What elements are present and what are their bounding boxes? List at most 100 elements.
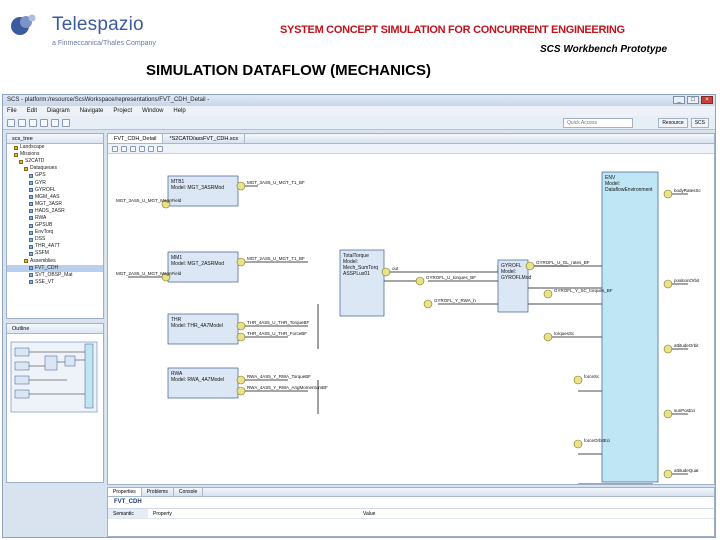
diagram-editor: FVT_CDH_Detail *S2CATD/assFVT_CDH.scs MT — [107, 133, 715, 485]
block-label: Model: MGT_3ASRMod — [171, 185, 224, 191]
tree-item[interactable]: GYR — [7, 179, 103, 186]
menu-file[interactable]: File — [7, 106, 17, 116]
tab-console[interactable]: Console — [174, 488, 204, 496]
port-label: GYROFL_Y_RWA_h — [434, 298, 476, 303]
port-env-in5[interactable] — [663, 344, 673, 354]
tab-scs-tree[interactable]: scs_tree — [7, 134, 103, 144]
tab-outline[interactable]: Outline — [7, 324, 103, 334]
align-tool-icon[interactable] — [157, 145, 163, 152]
tree-item[interactable]: THR_4A7T — [7, 243, 103, 250]
port-env-in2[interactable] — [543, 332, 553, 342]
tree-item[interactable]: MGM_4AS — [7, 194, 103, 201]
element-icon — [29, 181, 33, 186]
port-env-in8[interactable] — [663, 469, 673, 479]
tree-item[interactable]: SVT_OBSP_Mat — [7, 272, 103, 279]
port-rwa-out2[interactable] — [236, 386, 246, 396]
port-gyro-in2[interactable] — [423, 299, 433, 309]
port-env-in3[interactable] — [663, 279, 673, 289]
element-icon — [29, 202, 33, 207]
perspective-resource[interactable]: Resource — [658, 118, 688, 128]
layout-tool-icon[interactable] — [130, 145, 136, 152]
block-label: Model: THR_4A7Model — [171, 323, 223, 329]
port-total-out[interactable] — [381, 267, 391, 277]
tree-item[interactable]: GPS — [7, 172, 103, 179]
element-icon — [29, 223, 33, 228]
print-icon[interactable] — [29, 118, 37, 127]
port-label: MGT_3AS5_U_MGT_T1_BF — [247, 180, 305, 185]
tree-item-label: THR_4A7T — [35, 243, 61, 250]
scs-window: SCS - platform:/resource/ScsWorkspace/re… — [2, 94, 716, 538]
block-label: DataflowEnvironment — [605, 187, 653, 193]
tree-item-label: GPSUB — [35, 222, 53, 229]
port-mgm-out[interactable] — [236, 257, 246, 267]
port-label: GYROFL_U_GL_rates_BF — [536, 260, 590, 265]
close-button[interactable]: × — [701, 96, 713, 104]
menu-navigate[interactable]: Navigate — [80, 106, 104, 116]
column-property: Property — [153, 511, 172, 517]
undo-icon[interactable] — [40, 118, 48, 127]
menu-diagram[interactable]: Diagram — [47, 106, 70, 116]
port-thr-out2[interactable] — [236, 332, 246, 342]
menu-edit[interactable]: Edit — [27, 106, 37, 116]
maximize-button[interactable]: □ — [687, 96, 699, 104]
tree-item[interactable]: S2CATD — [7, 158, 103, 165]
tree-item[interactable]: EnvTorq — [7, 229, 103, 236]
block-label: Model: RWA_4A7Model — [171, 377, 224, 383]
tab-problems[interactable]: Problems — [142, 488, 174, 496]
tree-item[interactable]: Missions — [7, 151, 103, 158]
tree-item[interactable]: HADS_2ASR — [7, 208, 103, 215]
tree-item[interactable]: MGT_3ASR — [7, 201, 103, 208]
element-icon — [29, 195, 33, 200]
outline-thumbnail[interactable] — [7, 334, 103, 480]
block-env[interactable] — [601, 171, 659, 483]
port-rwa-out[interactable] — [236, 375, 246, 385]
tab-fvt-cdh-detail[interactable]: FVT_CDH_Detail — [108, 134, 164, 143]
port-label: attitudeQuat — [674, 468, 699, 473]
port-env-in6[interactable] — [663, 409, 673, 419]
tree-item[interactable]: DSS — [7, 236, 103, 243]
port-gyro-out1[interactable] — [525, 261, 535, 271]
port-env-in7[interactable] — [573, 439, 583, 449]
tree-item[interactable]: Assemblies — [7, 258, 103, 265]
tab-assfvt-cdh[interactable]: *S2CATD/assFVT_CDH.scs — [163, 134, 246, 143]
color-tool-icon[interactable] — [148, 145, 154, 152]
port-label: MGT_2AS5_U_MGT_T1_BF — [247, 256, 305, 261]
tree-item[interactable]: FVT_CDH — [7, 264, 103, 272]
new-icon[interactable] — [7, 118, 15, 127]
port-label: torquesSc — [554, 331, 575, 336]
select-tool-icon[interactable] — [112, 145, 118, 152]
menu-help[interactable]: Help — [173, 106, 185, 116]
minimize-button[interactable]: _ — [673, 96, 685, 104]
font-tool-icon[interactable] — [139, 145, 145, 152]
perspective-switcher: Resource SCS — [658, 118, 709, 128]
properties-panel: Properties Problems Console FVT_CDH Sema… — [107, 487, 715, 537]
tree-item[interactable]: RWA — [7, 215, 103, 222]
port-env-in1[interactable] — [663, 189, 673, 199]
menu-project[interactable]: Project — [113, 106, 132, 116]
tree-item[interactable]: Landscape — [7, 144, 103, 151]
window-titlebar[interactable]: SCS - platform:/resource/ScsWorkspace/re… — [3, 95, 715, 106]
port-gyro-in1[interactable] — [415, 276, 425, 286]
run-icon[interactable] — [62, 118, 70, 127]
quick-access-input[interactable]: Quick Access — [563, 118, 633, 128]
redo-icon[interactable] — [51, 118, 59, 127]
port-mtb-out[interactable] — [236, 181, 246, 191]
dataflow-diagram[interactable]: MTB1Model: MGT_3ASRModMM1Model: MGT_2ASR… — [108, 154, 714, 484]
menu-window[interactable]: Window — [142, 106, 163, 116]
perspective-scs[interactable]: SCS — [690, 118, 709, 128]
zoom-tool-icon[interactable] — [121, 145, 127, 152]
column-value: Value — [363, 511, 376, 517]
tree-item[interactable]: GYROFL — [7, 187, 103, 194]
category-tab-semantic[interactable]: Semantic — [108, 509, 148, 518]
tab-properties[interactable]: Properties — [108, 488, 142, 496]
port-gyro-out2[interactable] — [543, 289, 553, 299]
save-icon[interactable] — [18, 118, 26, 127]
outline-panel: Outline — [6, 323, 104, 483]
tree-item[interactable]: Dataqueues — [7, 165, 103, 172]
tree-item[interactable]: GPSUB — [7, 222, 103, 229]
port-thr-out[interactable] — [236, 321, 246, 331]
tree-item[interactable]: SSE_VT — [7, 279, 103, 286]
port-env-in4[interactable] — [573, 375, 583, 385]
port-label: MGT_2AS5_U_MGT_MagnField — [116, 271, 182, 276]
tree-item[interactable]: SSFM — [7, 250, 103, 257]
